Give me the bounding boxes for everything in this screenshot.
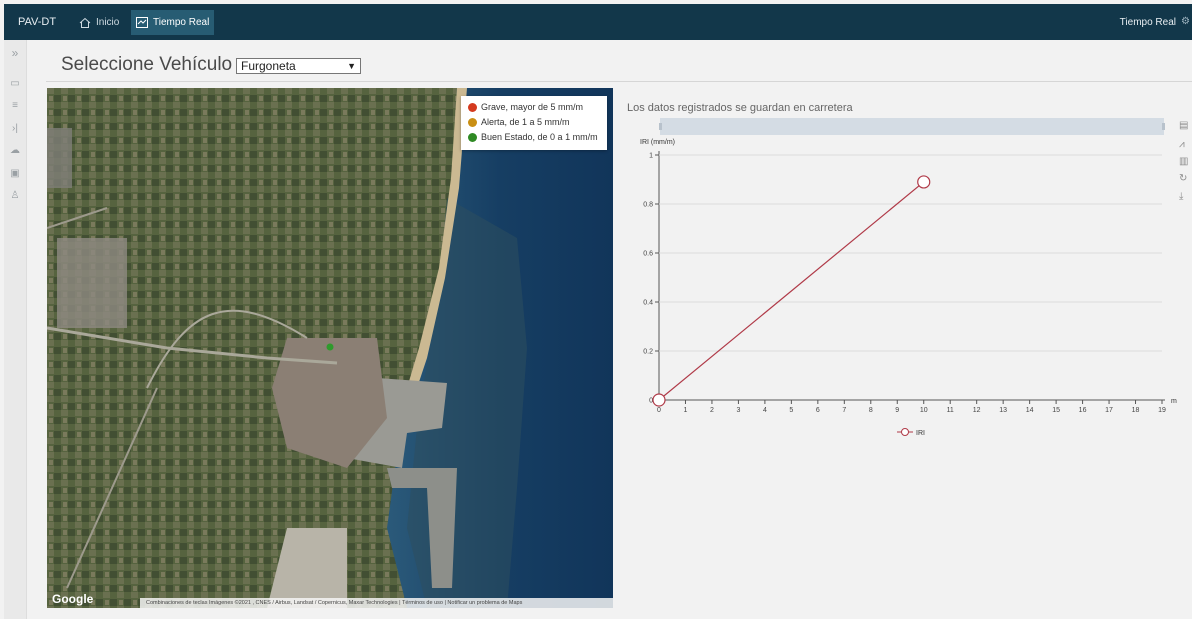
chart-icon: [136, 17, 148, 28]
x-tick-label: 9: [895, 407, 899, 414]
x-tick-label: 12: [973, 407, 981, 414]
x-tick-label: 17: [1105, 407, 1113, 414]
legend-label: Grave, mayor de 5 mm/m: [481, 102, 584, 112]
top-bar: PAV-DT Inicio Tiempo Real Tiempo Real ⚙: [4, 4, 1192, 40]
person-icon[interactable]: ♙: [4, 190, 26, 201]
map-legend: Grave, mayor de 5 mm/m Alerta, de 1 a 5 …: [461, 96, 607, 150]
x-axis-label: m: [1171, 398, 1177, 405]
x-tick-label: 16: [1079, 407, 1087, 414]
x-tick-label: 4: [763, 407, 767, 414]
legend-marker-iri: [901, 428, 909, 436]
legend-label: Alerta, de 1 a 5 mm/m: [481, 117, 570, 127]
restore-icon[interactable]: ↻: [1179, 173, 1187, 184]
data-zoom-slider[interactable]: [660, 118, 1164, 135]
google-logo: Google: [52, 592, 94, 606]
nav-realtime-label: Tiempo Real: [153, 17, 210, 28]
calendar-icon[interactable]: ▭: [4, 78, 26, 89]
x-tick-label: 10: [920, 407, 928, 414]
legend-item-grave: Grave, mayor de 5 mm/m: [468, 102, 583, 112]
satellite-map[interactable]: [47, 88, 613, 608]
top-right-label[interactable]: Tiempo Real: [1120, 17, 1176, 28]
chevron-double-right-icon[interactable]: »: [4, 46, 26, 60]
x-tick-label: 19: [1158, 407, 1166, 414]
app-brand: PAV-DT: [18, 16, 57, 28]
data-point: [652, 393, 666, 407]
x-tick-label: 1: [684, 407, 688, 414]
map-imagery: [47, 88, 613, 608]
chip-icon[interactable]: ▣: [4, 168, 26, 179]
y-tick-label: 0.8: [643, 202, 653, 209]
y-tick-label: 0.6: [643, 251, 653, 258]
legend-item-buen-estado: Buen Estado, de 0 a 1 mm/m: [468, 132, 598, 142]
filter-icon[interactable]: ≡: [4, 100, 26, 111]
x-tick-label: 2: [710, 407, 714, 414]
x-tick-label: 8: [869, 407, 873, 414]
x-tick-label: 13: [999, 407, 1007, 414]
y-tick-label: 0.2: [643, 349, 653, 356]
settings-icon[interactable]: ⚙: [1181, 16, 1190, 27]
y-tick-label: 1: [649, 153, 653, 160]
nav-home[interactable]: Inicio: [74, 10, 124, 35]
x-tick-label: 7: [842, 407, 846, 414]
status-dot-icon: [468, 117, 477, 127]
x-tick-label: 15: [1052, 407, 1060, 414]
y-tick-label: 0.4: [643, 300, 653, 307]
x-tick-label: 0: [657, 407, 661, 414]
line-chart-icon[interactable]: ⩘: [1179, 139, 1185, 150]
vehicle-select[interactable]: Furgoneta ▼: [236, 58, 361, 74]
upload-cloud-icon[interactable]: ☁: [4, 145, 26, 156]
x-tick-label: 6: [816, 407, 820, 414]
chevron-down-icon: ▼: [347, 61, 356, 71]
status-dot-icon: [468, 102, 477, 112]
map-attribution[interactable]: Combinaciones de teclas Imágenes ©2021 ,…: [140, 598, 613, 608]
x-tick-label: 5: [789, 407, 793, 414]
vehicle-select-value: Furgoneta: [241, 59, 296, 73]
x-tick-label: 3: [736, 407, 740, 414]
x-tick-label: 11: [947, 407, 954, 414]
y-tick-label: 0: [649, 398, 653, 405]
legend-item-alerta: Alerta, de 1 a 5 mm/m: [468, 117, 570, 127]
slider-handle-right[interactable]: [1162, 123, 1165, 130]
page-title: Seleccione Vehículo: [61, 54, 233, 75]
legend-label-iri[interactable]: IRI: [916, 430, 925, 437]
nav-home-label: Inicio: [96, 17, 120, 28]
download-icon[interactable]: ⤓: [1179, 191, 1183, 202]
y-axis-label: IRI (mm/m): [640, 139, 675, 146]
slider-handle-left[interactable]: [659, 123, 662, 130]
x-tick-label: 18: [1132, 407, 1140, 414]
arrow-right-bar-icon[interactable]: ›|: [4, 123, 26, 134]
data-point: [917, 175, 931, 189]
legend-label: Buen Estado, de 0 a 1 mm/m: [481, 132, 598, 142]
header-divider: [46, 81, 1192, 82]
chart-caption: Los datos registrados se guardan en carr…: [627, 102, 853, 114]
series-line-iri: [658, 181, 925, 401]
x-tick-label: 14: [1026, 407, 1034, 414]
nav-realtime[interactable]: Tiempo Real: [131, 10, 215, 35]
data-view-icon[interactable]: ▤: [1179, 120, 1188, 131]
bar-chart-icon[interactable]: ▥: [1179, 156, 1188, 167]
home-icon: [79, 17, 91, 28]
status-dot-icon: [468, 132, 477, 142]
sidebar: » ▭ ≡ ›| ☁ ▣ ♙: [4, 40, 27, 619]
